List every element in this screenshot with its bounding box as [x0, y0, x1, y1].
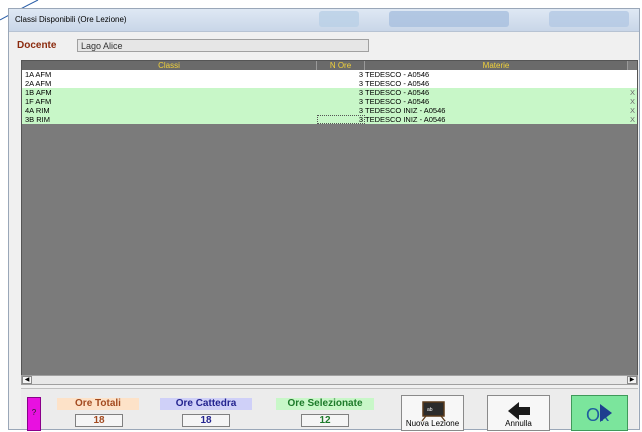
- table-row[interactable]: 2A AFM 3 TEDESCO - A0546: [22, 79, 637, 88]
- svg-text:ab: ab: [427, 407, 433, 413]
- cell-remove-mark: X: [630, 106, 636, 115]
- scroll-left-arrow-icon[interactable]: ◀: [22, 376, 32, 384]
- cell-classe: 2A AFM: [25, 79, 52, 88]
- ore-selezionate-value: 12: [301, 414, 349, 427]
- cell-classe: 3B RIM: [25, 115, 51, 124]
- ore-totali-value: 18: [75, 414, 123, 427]
- cell-remove-mark: X: [630, 88, 636, 97]
- table-row[interactable]: 1B AFM 3 TEDESCO - A0546 X: [22, 88, 637, 97]
- cell-classe: 1A AFM: [25, 70, 52, 79]
- docente-label: Docente: [17, 40, 57, 51]
- table-row[interactable]: 1A AFM 3 TEDESCO - A0546: [22, 70, 637, 79]
- cell-materia: TEDESCO - A0546: [365, 88, 430, 97]
- forward-arrow-icon: Ok: [586, 404, 612, 425]
- table-row[interactable]: 4A RIM 3 TEDESCO INIZ - A0546 X: [22, 106, 637, 115]
- table-row[interactable]: 3B RIM 3 TEDESCO INIZ - A0546 X: [22, 115, 637, 124]
- scroll-right-arrow-icon[interactable]: ▶: [627, 376, 637, 384]
- classi-grid[interactable]: Classi N Ore Materie 1A AFM 3 TEDESCO - A0…: [21, 60, 638, 376]
- focused-cell-outline: [317, 115, 365, 124]
- title-bar-background-art: [389, 11, 509, 27]
- ore-cattedra-value: 18: [182, 414, 230, 427]
- table-row[interactable]: 1F AFM 3 TEDESCO - A0546 X: [22, 97, 637, 106]
- docente-field[interactable]: Lago Alice: [77, 39, 369, 52]
- title-bar-background-art: [549, 11, 629, 27]
- ore-totali-label: Ore Totali: [57, 398, 139, 410]
- cell-n-ore: 3: [358, 70, 363, 79]
- dialog-window: Classi Disponibili (Ore Lezione) Docente…: [8, 8, 640, 431]
- column-header-classi[interactable]: Classi: [22, 61, 317, 70]
- cell-classe: 1F AFM: [25, 97, 52, 106]
- ok-button[interactable]: Ok: [571, 395, 628, 431]
- ore-selezionate-label: Ore Selezionate: [276, 398, 374, 410]
- column-header-n-ore[interactable]: N Ore: [317, 61, 365, 70]
- cell-materia: TEDESCO - A0546: [365, 97, 430, 106]
- horizontal-scrollbar[interactable]: ◀ ▶: [21, 375, 638, 385]
- column-header-materie[interactable]: Materie: [365, 61, 628, 70]
- bottom-toolbar: ? Ore Totali 18 Ore Cattedra 18 Ore Sele…: [21, 388, 638, 431]
- title-bar-background-art: [319, 11, 359, 27]
- help-button[interactable]: ?: [27, 397, 41, 431]
- cell-classe: 4A RIM: [25, 106, 50, 115]
- cell-n-ore: 3: [358, 97, 363, 106]
- annulla-label: Annulla: [505, 419, 532, 428]
- nuova-lezione-label: Nuova Lezione: [405, 419, 460, 428]
- cell-remove-mark: X: [630, 115, 636, 124]
- cell-classe: 1B AFM: [25, 88, 52, 97]
- annulla-button[interactable]: Annulla: [487, 395, 550, 431]
- cell-materia: TEDESCO - A0546: [365, 79, 430, 88]
- cell-n-ore: 3: [358, 88, 363, 97]
- title-bar[interactable]: Classi Disponibili (Ore Lezione): [9, 9, 639, 32]
- cell-n-ore: 3: [358, 79, 363, 88]
- window-title: Classi Disponibili (Ore Lezione): [15, 15, 127, 24]
- nuova-lezione-button[interactable]: ab Nuova Lezione: [401, 395, 464, 431]
- cell-materia: TEDESCO - A0546: [365, 70, 430, 79]
- cell-materia: TEDESCO INIZ - A0546: [365, 115, 446, 124]
- cell-n-ore: 3: [358, 106, 363, 115]
- ore-cattedra-label: Ore Cattedra: [160, 398, 252, 410]
- cell-materia: TEDESCO INIZ - A0546: [365, 106, 446, 115]
- cell-remove-mark: X: [630, 97, 636, 106]
